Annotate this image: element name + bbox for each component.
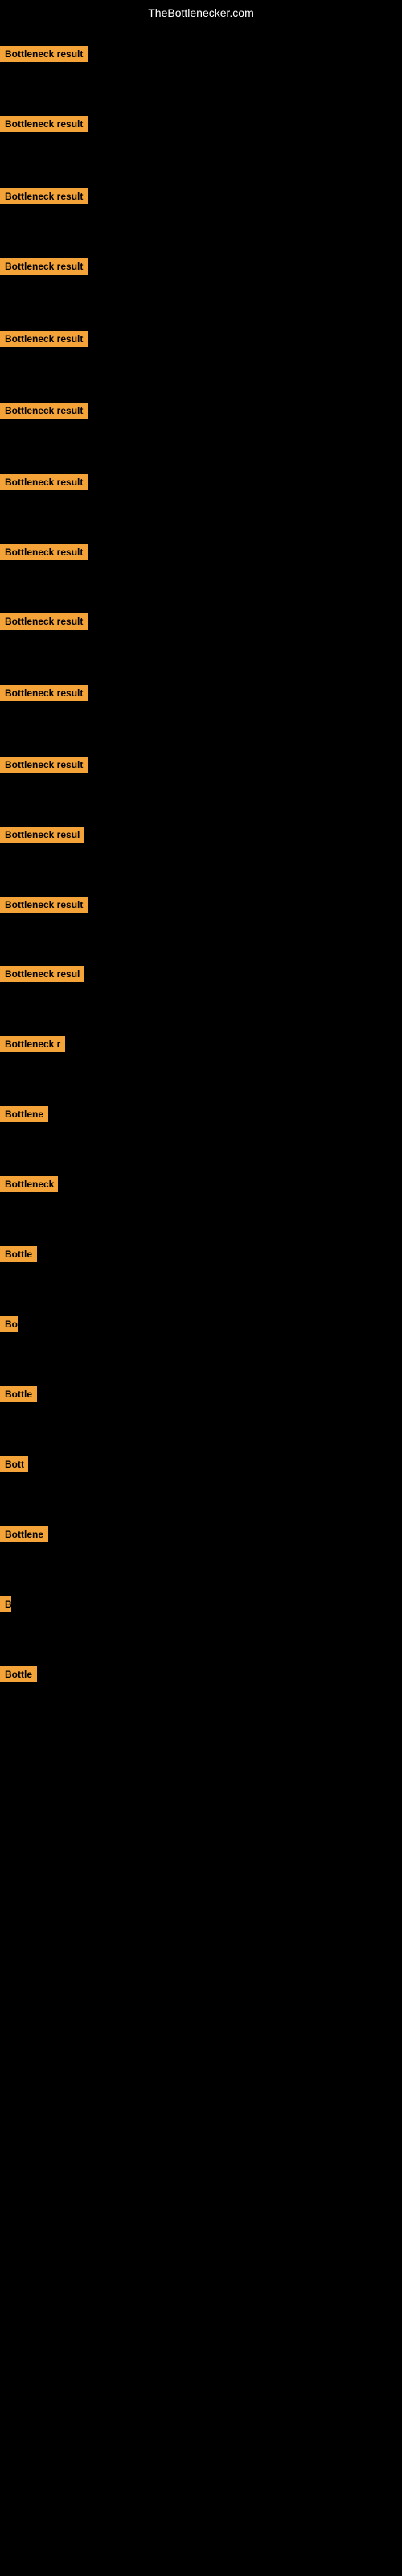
bottleneck-badge-9: Bottleneck result	[0, 613, 88, 630]
bottleneck-badge-2: Bottleneck result	[0, 116, 88, 132]
bottleneck-badge-11: Bottleneck result	[0, 757, 88, 773]
bottleneck-badge-19: Bo	[0, 1316, 18, 1332]
bottleneck-badge-12: Bottleneck resul	[0, 827, 84, 843]
bottleneck-badge-21: Bott	[0, 1456, 28, 1472]
bottleneck-badge-14: Bottleneck resul	[0, 966, 84, 982]
bottleneck-badge-18: Bottle	[0, 1246, 37, 1262]
bottleneck-badge-17: Bottleneck	[0, 1176, 58, 1192]
bottleneck-badge-3: Bottleneck result	[0, 188, 88, 204]
bottleneck-badge-16: Bottlene	[0, 1106, 48, 1122]
bottleneck-badge-8: Bottleneck result	[0, 544, 88, 560]
bottleneck-badge-15: Bottleneck r	[0, 1036, 65, 1052]
bottleneck-badge-20: Bottle	[0, 1386, 37, 1402]
bottleneck-badge-5: Bottleneck result	[0, 331, 88, 347]
bottleneck-badge-10: Bottleneck result	[0, 685, 88, 701]
bottleneck-badge-13: Bottleneck result	[0, 897, 88, 913]
bottleneck-badge-23: B	[0, 1596, 11, 1612]
bottleneck-badge-6: Bottleneck result	[0, 402, 88, 419]
bottleneck-badge-22: Bottlene	[0, 1526, 48, 1542]
bottleneck-badge-4: Bottleneck result	[0, 258, 88, 275]
bottleneck-badge-24: Bottle	[0, 1666, 37, 1682]
site-title: TheBottlenecker.com	[0, 6, 402, 19]
bottleneck-badge-1: Bottleneck result	[0, 46, 88, 62]
bottleneck-badge-7: Bottleneck result	[0, 474, 88, 490]
